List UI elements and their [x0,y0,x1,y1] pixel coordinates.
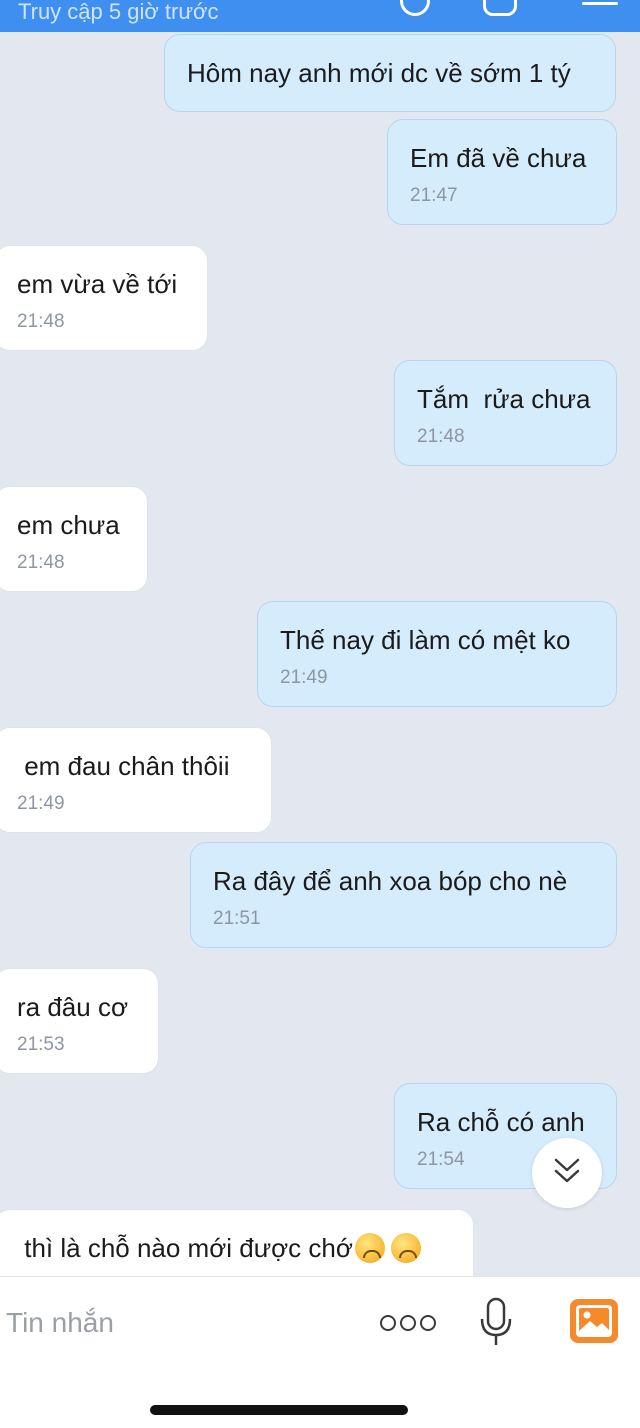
message-time: 21:49 [280,667,328,688]
scroll-to-bottom-button[interactable] [532,1138,602,1208]
message-input-bar: Tin nhắn [0,1276,640,1428]
message-text: Hôm nay anh mới dc về sớm 1 tý [187,58,571,88]
message-time: 21:48 [17,552,65,573]
message-text: em chưa [17,510,120,540]
message-bubble-received[interactable]: thì là chỗ nào mới được chớ [0,1209,474,1276]
message-time: 21:48 [417,426,465,447]
message-text: Thế nay đi làm có mệt ko [280,625,571,655]
message-text: em vừa về tới [17,269,178,299]
message-bubble-received[interactable]: ra đâu cơ 21:53 [0,968,159,1074]
upside-down-face-icon [354,1233,385,1263]
home-indicator [150,1405,408,1415]
message-time: 21:49 [17,793,65,814]
message-time: 21:51 [213,908,261,929]
message-bubble-sent[interactable]: Em đã về chưa 21:47 [387,119,617,225]
menu-icon[interactable] [582,0,618,20]
message-bubble-sent[interactable]: Thế nay đi làm có mệt ko 21:49 [257,601,617,707]
message-bubble-sent[interactable]: Tắm rửa chưa 21:48 [394,360,617,466]
message-bubble-received[interactable]: em chưa 21:48 [0,486,148,592]
message-text: em đau chân thôii [17,751,230,781]
double-chevron-down-icon [554,1158,580,1183]
image-gallery-icon[interactable] [570,1299,618,1343]
message-text: Em đã về chưa [410,143,587,173]
message-input[interactable]: Tin nhắn [6,1307,114,1339]
microphone-icon[interactable] [478,1297,514,1347]
message-text: Tắm rửa chưa [417,384,591,414]
message-time: 21:47 [410,185,458,206]
chat-header: Truy cập 5 giờ trước [0,0,640,32]
phone-call-icon[interactable] [400,0,430,16]
message-bubble-sent[interactable]: Ra đây để anh xoa bóp cho nè 21:51 [190,842,617,948]
video-call-icon[interactable] [483,0,517,16]
message-text-content: thì là chỗ nào mới được chớ [17,1233,353,1263]
message-time: 21:48 [17,311,65,332]
message-list[interactable]: Hôm nay anh mới dc về sớm 1 tý Em đã về … [0,32,640,1276]
last-active-status: Truy cập 5 giờ trước [18,0,219,24]
upside-down-face-icon [390,1233,421,1263]
message-bubble-received[interactable]: em vừa về tới 21:48 [0,245,208,351]
message-bubble-received[interactable]: em đau chân thôii 21:49 [0,727,272,833]
message-text: ra đâu cơ [17,992,128,1022]
message-text: Ra đây để anh xoa bóp cho nè [213,866,568,896]
more-dots-icon[interactable] [380,1313,436,1333]
message-text: thì là chỗ nào mới được chớ [17,1210,451,1264]
message-time: 21:53 [17,1034,65,1055]
message-text: Ra chỗ có anh [417,1107,585,1137]
message-bubble-sent[interactable]: Hôm nay anh mới dc về sớm 1 tý [164,34,616,112]
